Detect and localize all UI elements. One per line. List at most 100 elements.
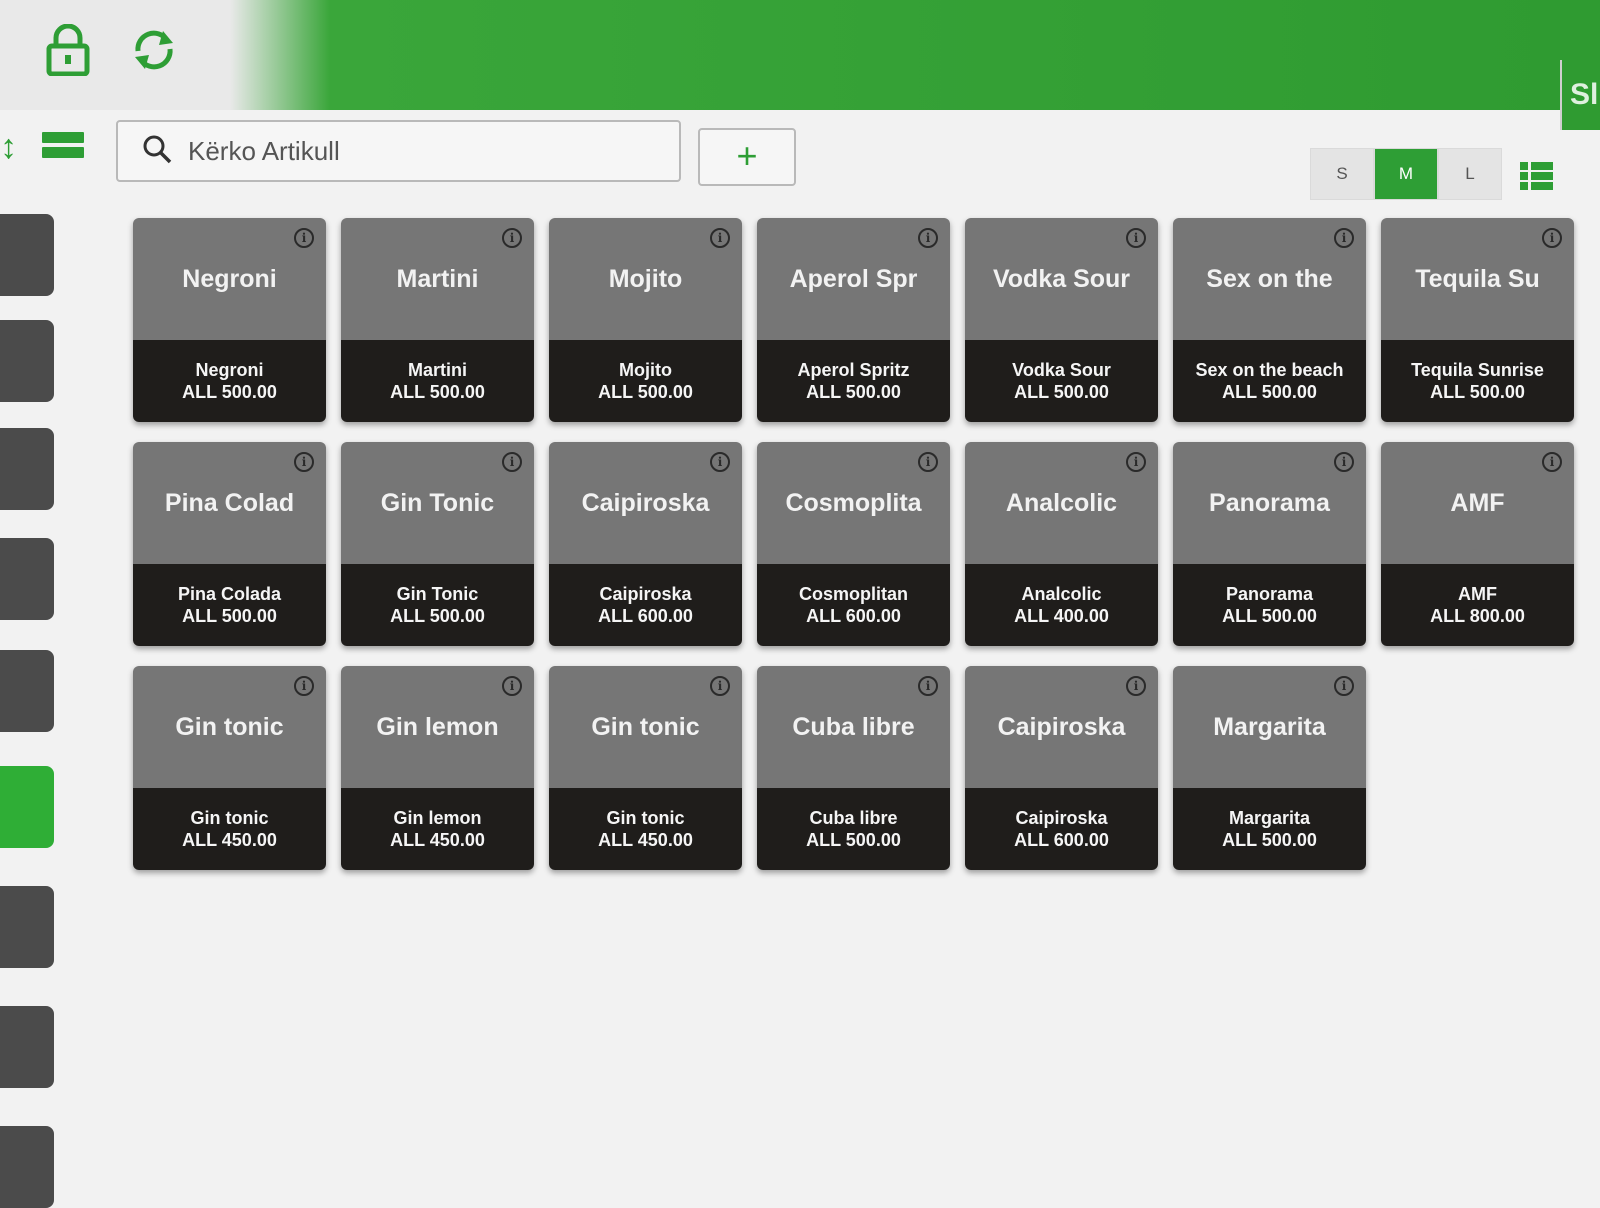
tile-product-name: Gin Tonic: [396, 584, 479, 604]
product-tile[interactable]: Vodka Sour Vodka Sour ALL 500.00 i: [965, 218, 1158, 422]
tile-footer: Cosmoplitan ALL 600.00: [757, 564, 950, 646]
info-icon[interactable]: i: [710, 228, 730, 248]
tile-footer: Gin tonic ALL 450.00: [549, 788, 742, 870]
product-tile[interactable]: Aperol Spr Aperol Spritz ALL 500.00 i: [757, 218, 950, 422]
tile-price: ALL 500.00: [182, 382, 277, 402]
product-tile[interactable]: Gin Tonic Gin Tonic ALL 500.00 i: [341, 442, 534, 646]
tile-footer: Vodka Sour ALL 500.00: [965, 340, 1158, 422]
list-view-icon[interactable]: [1520, 162, 1554, 190]
tile-footer: Cuba libre ALL 500.00: [757, 788, 950, 870]
product-tile[interactable]: Martini Martini ALL 500.00 i: [341, 218, 534, 422]
tile-price: ALL 500.00: [1014, 382, 1109, 402]
category-tab-active[interactable]: [0, 766, 54, 848]
tile-price: ALL 400.00: [1014, 606, 1109, 626]
info-icon[interactable]: i: [918, 676, 938, 696]
product-tile[interactable]: Sex on the Sex on the beach ALL 500.00 i: [1173, 218, 1366, 422]
info-icon[interactable]: i: [918, 452, 938, 472]
add-item-button[interactable]: +: [698, 128, 796, 186]
product-tile[interactable]: Gin tonic Gin tonic ALL 450.00 i: [133, 666, 326, 870]
tile-footer: Sex on the beach ALL 500.00: [1173, 340, 1366, 422]
tile-product-name: Aperol Spritz: [797, 360, 910, 380]
category-tab[interactable]: [0, 214, 54, 296]
info-icon[interactable]: i: [1542, 452, 1562, 472]
category-tab[interactable]: [0, 1126, 54, 1208]
tile-product-name: Caipiroska: [599, 584, 692, 604]
info-icon[interactable]: i: [1334, 228, 1354, 248]
tile-footer: Tequila Sunrise ALL 500.00: [1381, 340, 1574, 422]
product-tile[interactable]: Tequila Su Tequila Sunrise ALL 500.00 i: [1381, 218, 1574, 422]
info-icon[interactable]: i: [1542, 228, 1562, 248]
info-icon[interactable]: i: [710, 676, 730, 696]
tile-price: ALL 500.00: [1430, 382, 1525, 402]
product-tile[interactable]: Cosmoplita Cosmoplitan ALL 600.00 i: [757, 442, 950, 646]
tile-product-name: Vodka Sour: [1012, 360, 1111, 380]
product-tile[interactable]: Margarita Margarita ALL 500.00 i: [1173, 666, 1366, 870]
tile-footer: Negroni ALL 500.00: [133, 340, 326, 422]
grid-view-icon[interactable]: [42, 132, 84, 158]
tile-price: ALL 600.00: [598, 606, 693, 626]
product-tile[interactable]: Caipiroska Caipiroska ALL 600.00 i: [965, 666, 1158, 870]
tile-price: ALL 500.00: [806, 830, 901, 850]
search-icon: [142, 134, 172, 169]
product-tile[interactable]: Caipiroska Caipiroska ALL 600.00 i: [549, 442, 742, 646]
tile-product-name: Gin tonic: [190, 808, 269, 828]
info-icon[interactable]: i: [1126, 228, 1146, 248]
search-input[interactable]: [186, 134, 660, 168]
tile-price: ALL 500.00: [598, 382, 693, 402]
tile-price: ALL 500.00: [1222, 830, 1317, 850]
tile-product-name: Caipiroska: [1015, 808, 1108, 828]
tile-price: ALL 450.00: [182, 830, 277, 850]
tile-price: ALL 500.00: [1222, 382, 1317, 402]
tile-footer: Martini ALL 500.00: [341, 340, 534, 422]
info-icon[interactable]: i: [1334, 676, 1354, 696]
sort-icon[interactable]: ↕: [0, 128, 17, 167]
lock-icon[interactable]: [40, 22, 96, 78]
product-tile[interactable]: Pina Colad Pina Colada ALL 500.00 i: [133, 442, 326, 646]
sync-icon[interactable]: [126, 22, 182, 78]
info-icon[interactable]: i: [294, 676, 314, 696]
tile-footer: Mojito ALL 500.00: [549, 340, 742, 422]
info-icon[interactable]: i: [294, 228, 314, 248]
tile-footer: Gin tonic ALL 450.00: [133, 788, 326, 870]
tile-product-name: Margarita: [1228, 808, 1311, 828]
category-sidebar: [0, 210, 56, 1208]
category-tab[interactable]: [0, 428, 54, 510]
tile-product-name: Cuba libre: [809, 808, 898, 828]
tile-size-selector: S M L: [1310, 148, 1502, 200]
size-medium-button[interactable]: M: [1374, 148, 1438, 200]
size-large-button[interactable]: L: [1438, 148, 1502, 200]
category-tab[interactable]: [0, 1006, 54, 1088]
category-tab[interactable]: [0, 320, 54, 402]
product-tile[interactable]: Cuba libre Cuba libre ALL 500.00 i: [757, 666, 950, 870]
tile-footer: Margarita ALL 500.00: [1173, 788, 1366, 870]
product-tile[interactable]: Gin tonic Gin tonic ALL 450.00 i: [549, 666, 742, 870]
category-tab[interactable]: [0, 650, 54, 732]
category-tab[interactable]: [0, 538, 54, 620]
product-tile[interactable]: Negroni Negroni ALL 500.00 i: [133, 218, 326, 422]
info-icon[interactable]: i: [1126, 452, 1146, 472]
info-icon[interactable]: i: [502, 228, 522, 248]
product-tile[interactable]: Mojito Mojito ALL 500.00 i: [549, 218, 742, 422]
tile-footer: AMF ALL 800.00: [1381, 564, 1574, 646]
product-tile[interactable]: Panorama Panorama ALL 500.00 i: [1173, 442, 1366, 646]
category-tab[interactable]: [0, 886, 54, 968]
search-field[interactable]: [116, 120, 681, 182]
tile-product-name: Pina Colada: [177, 584, 282, 604]
info-icon[interactable]: i: [502, 676, 522, 696]
tile-price: ALL 500.00: [1222, 606, 1317, 626]
tile-price: ALL 800.00: [1430, 606, 1525, 626]
info-icon[interactable]: i: [502, 452, 522, 472]
info-icon[interactable]: i: [1334, 452, 1354, 472]
product-tile[interactable]: AMF AMF ALL 800.00 i: [1381, 442, 1574, 646]
product-grid: Negroni Negroni ALL 500.00 i Martini Martini A…: [133, 218, 1574, 870]
tile-footer: Pina Colada ALL 500.00: [133, 564, 326, 646]
tile-price: ALL 500.00: [390, 606, 485, 626]
product-tile[interactable]: Analcolic Analcolic ALL 400.00 i: [965, 442, 1158, 646]
info-icon[interactable]: i: [710, 452, 730, 472]
info-icon[interactable]: i: [1126, 676, 1146, 696]
info-icon[interactable]: i: [918, 228, 938, 248]
info-icon[interactable]: i: [294, 452, 314, 472]
product-tile[interactable]: Gin lemon Gin lemon ALL 450.00 i: [341, 666, 534, 870]
tile-price: ALL 600.00: [806, 606, 901, 626]
size-small-button[interactable]: S: [1310, 148, 1374, 200]
